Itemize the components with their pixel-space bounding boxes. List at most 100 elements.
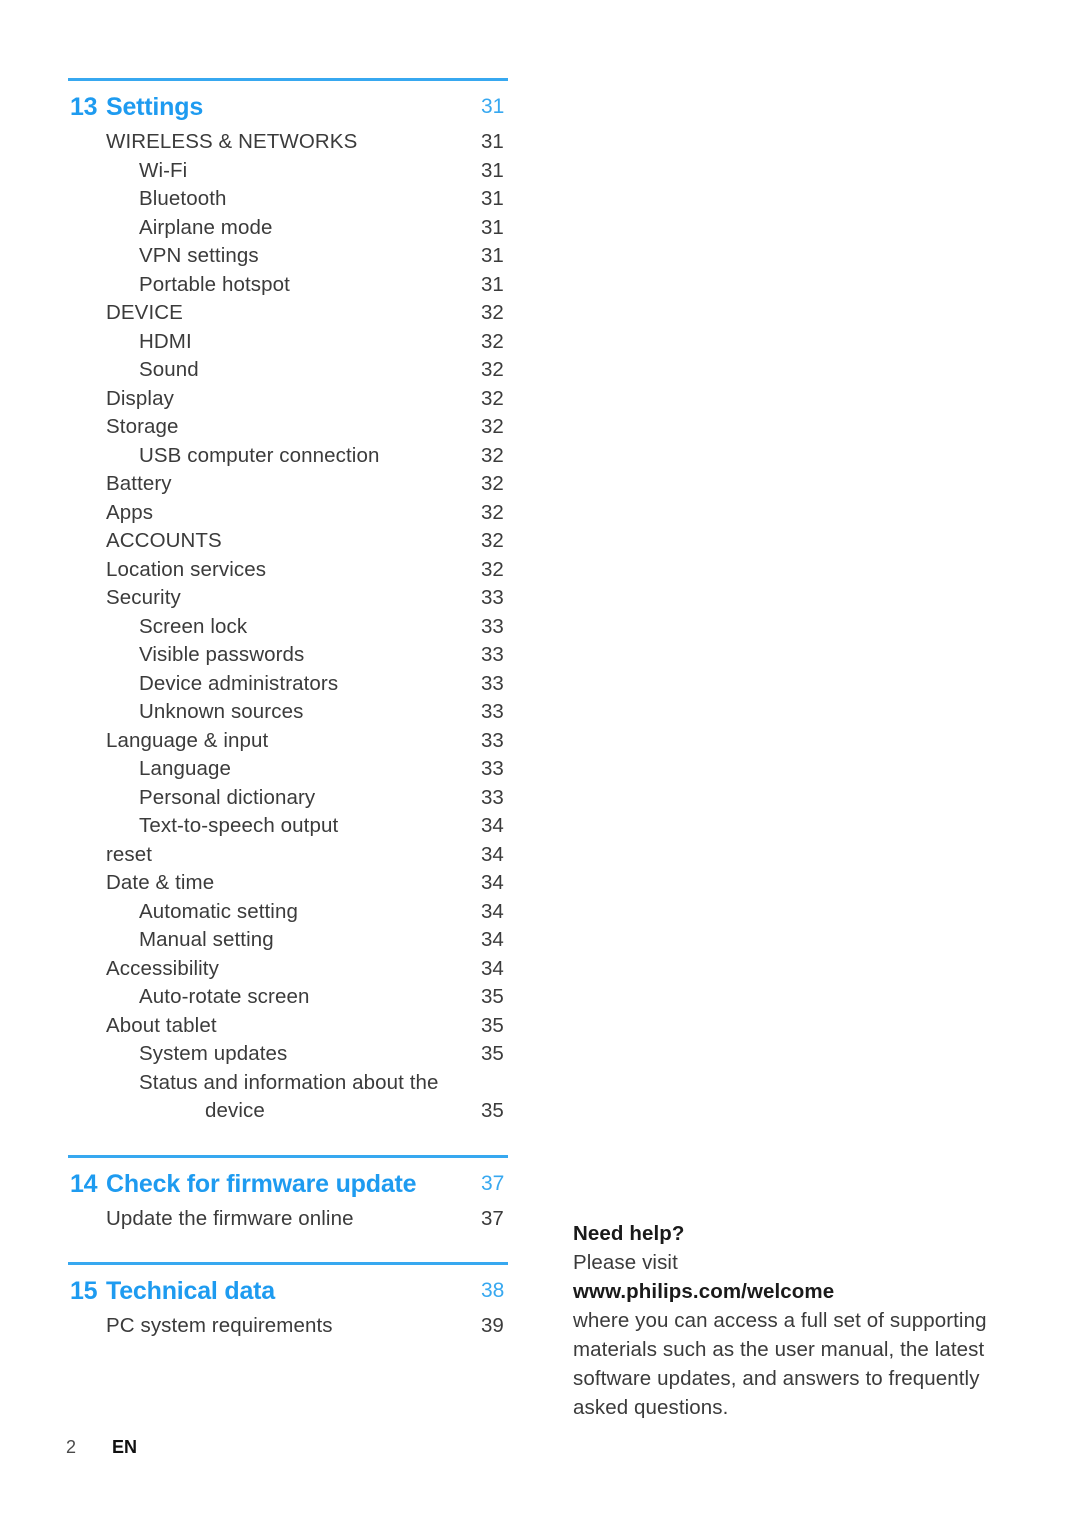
toc-entry-page: 33 [481,643,504,666]
chapter-block-15: 15 Technical data 38 PC system requireme… [68,1262,508,1341]
chapter-block-13: 13 Settings 31 WIRELESS & NETWORKS 31 Wi… [68,78,508,1126]
toc-entry[interactable]: Sound 32 [68,356,508,385]
toc-entry[interactable]: Apps 32 [68,499,508,528]
toc-entry-label: Unknown sources [139,700,304,723]
toc-entry-page: 34 [481,814,504,837]
toc-entry-label: Screen lock [139,614,248,638]
toc-entry-page: 32 [481,472,504,495]
toc-entry[interactable]: Screen lock 33 [68,613,508,642]
toc-entry[interactable]: ACCOUNTS 32 [68,527,508,556]
toc-entry-label: Update the firmware online [106,1206,354,1230]
toc-entry[interactable]: Battery 32 [68,470,508,499]
toc-entry[interactable]: Accessibility 34 [68,955,508,984]
table-of-contents: 13 Settings 31 WIRELESS & NETWORKS 31 Wi… [68,78,508,1341]
toc-entry-label: Wi-Fi [139,158,188,182]
toc-entry-label-continuation: device [205,1099,265,1122]
toc-entry[interactable]: Visible passwords 33 [68,641,508,670]
toc-entry[interactable]: Automatic setting 34 [68,898,508,927]
toc-entry-label: Sound [139,358,199,381]
toc-entry-page: 32 [481,386,504,410]
chapter-heading-14[interactable]: 14 Check for firmware update 37 [68,1165,508,1205]
toc-entry-label: Automatic setting [139,899,298,923]
toc-entry[interactable]: Auto-rotate screen 35 [68,983,508,1012]
toc-entry-page: 31 [481,215,504,239]
toc-entry[interactable]: VPN settings 31 [68,242,508,271]
toc-entry[interactable]: Unknown sources 33 [68,698,508,727]
toc-entry-page: 32 [481,529,504,552]
toc-entry-label: PC system requirements [106,1314,333,1337]
need-help-please-visit: Please visit [573,1251,678,1274]
chapter-number: 14 [70,1169,98,1198]
toc-entry[interactable]: USB computer connection 32 [68,442,508,471]
toc-entry[interactable]: Storage 32 [68,413,508,442]
chapter-title: Technical data [106,1277,276,1305]
toc-entry-page: 35 [481,1042,504,1065]
toc-entry-page: 33 [481,728,504,752]
toc-entry-page: 31 [481,158,504,182]
toc-entry-label: Language & input [106,728,269,752]
toc-entry[interactable]: Location services 32 [68,556,508,585]
toc-entry[interactable]: HDMI 32 [68,328,508,357]
toc-entry[interactable]: Language 33 [68,755,508,784]
toc-entry[interactable]: DEVICE 32 [68,299,508,328]
chapter-number: 13 [70,93,98,121]
toc-entry-page: 33 [481,614,504,638]
chapter-heading-15[interactable]: 15 Technical data 38 [68,1272,508,1312]
toc-entry-page: 33 [481,700,504,723]
toc-entry[interactable]: Security 33 [68,584,508,613]
toc-entry-label: Device administrators [139,671,339,695]
chapter-divider-rule [68,1154,508,1158]
toc-entry-label: Display [106,386,174,410]
toc-entry[interactable]: Bluetooth 31 [68,185,508,214]
toc-entry-label: ACCOUNTS [106,529,222,552]
toc-entry-label: Date & time [106,871,215,894]
toc-entry-page: 31 [481,244,504,267]
toc-entry-page: 35 [481,1099,504,1122]
toc-entry[interactable]: Manual setting 34 [68,926,508,955]
chapter-divider-rule [68,1262,508,1265]
toc-entry[interactable]: WIRELESS & NETWORKS 31 [68,128,508,157]
toc-entry[interactable]: PC system requirements 39 [68,1312,508,1341]
toc-entry[interactable]: System updates 35 [68,1040,508,1069]
chapter-page-number: 37 [481,1171,505,1195]
toc-entry-page: 34 [481,842,504,866]
toc-entry-label: Storage [106,415,179,438]
need-help-body-text: where you can access a full set of suppo… [573,1309,987,1419]
toc-entry-page: 31 [481,130,504,153]
toc-entry-page: 32 [481,329,504,353]
philips-welcome-url[interactable]: www.philips.com/welcome [573,1277,993,1306]
toc-entry-label: HDMI [139,329,192,353]
toc-entry[interactable]: Personal dictionary 33 [68,784,508,813]
toc-entry-page: 32 [481,358,504,381]
toc-entry[interactable]: Wi-Fi 31 [68,157,508,186]
toc-entry[interactable]: reset 34 [68,841,508,870]
toc-entry-label: Auto-rotate screen [139,985,310,1008]
toc-entry[interactable]: Device administrators 33 [68,670,508,699]
chapter-page-number: 38 [481,1279,505,1302]
toc-entry-label: Language [139,757,232,780]
toc-entry-label: Visible passwords [139,643,305,666]
toc-entry-page: 35 [481,985,504,1008]
need-help-panel: Need help? Please visit www.philips.com/… [573,1219,993,1422]
toc-entry[interactable]: Update the firmware online 37 [68,1205,508,1234]
chapter-title: Check for firmware update [106,1169,417,1198]
need-help-title: Need help? [573,1222,685,1245]
toc-entry[interactable]: Airplane mode 31 [68,214,508,243]
toc-entry-page: 35 [481,1013,504,1037]
toc-entry-label: Text-to-speech output [139,814,339,837]
toc-entry[interactable]: Language & input 33 [68,727,508,756]
toc-entry-label: Bluetooth [139,187,227,210]
toc-entry-page: 33 [481,757,504,780]
toc-entry-page: 39 [481,1314,504,1337]
toc-entry[interactable]: Display 32 [68,385,508,414]
toc-entry[interactable]: About tablet 35 [68,1012,508,1041]
chapter-heading-13[interactable]: 13 Settings 31 [68,88,508,128]
toc-entry-page: 31 [481,272,504,296]
toc-entry-page: 32 [481,301,504,324]
toc-entry[interactable]: Date & time 34 [68,869,508,898]
toc-entry[interactable]: Status and information about the device … [68,1069,508,1126]
toc-entry[interactable]: Text-to-speech output 34 [68,812,508,841]
toc-entry[interactable]: Portable hotspot 31 [68,271,508,300]
toc-entry-label: Portable hotspot [139,272,290,296]
toc-entry-page: 33 [481,785,504,809]
